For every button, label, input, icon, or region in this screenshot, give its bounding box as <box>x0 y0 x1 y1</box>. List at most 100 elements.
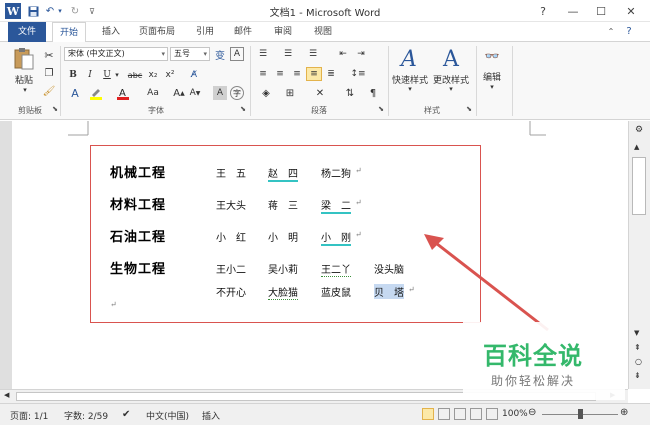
sort-icon[interactable]: ⇅ <box>342 86 358 100</box>
borders-icon[interactable]: ⊞ <box>280 86 300 100</box>
scroll-up-icon[interactable]: ▲ <box>634 143 639 151</box>
clear-formatting-icon[interactable]: A̸ <box>186 68 202 82</box>
font-name-dropdown[interactable]: 宋体 (中文正文) ▾ <box>64 47 168 61</box>
student-name: 杨二狗 <box>321 169 351 180</box>
shrink-font-icon[interactable]: A ▼ <box>188 86 202 100</box>
tab-file[interactable]: 文件 <box>8 22 46 42</box>
format-painter-icon[interactable]: 🖌 <box>42 84 56 98</box>
scroll-thumb[interactable] <box>632 157 646 215</box>
close-button[interactable]: ✕ <box>616 0 646 22</box>
strikethrough-icon[interactable]: abc <box>126 68 144 82</box>
text-effects-icon[interactable]: A <box>66 86 84 100</box>
change-styles-dropdown-icon[interactable]: ▾ <box>446 84 456 94</box>
watermark: 百科全说 助你轻松解决 <box>463 322 625 400</box>
character-shading-icon[interactable]: A <box>213 86 227 100</box>
word-count[interactable]: 字数: 2/59 <box>64 409 108 422</box>
zoom-in-icon[interactable]: ⊕ <box>620 407 628 418</box>
justify-icon[interactable]: ≡ <box>306 67 322 81</box>
shading-icon[interactable]: ◈ <box>256 86 276 100</box>
tab-home[interactable]: 开始 <box>52 22 86 43</box>
insert-mode[interactable]: 插入 <box>202 409 220 422</box>
phonetic-guide-icon[interactable]: 变 <box>213 47 227 62</box>
page-count[interactable]: 页面: 1/1 <box>10 409 48 422</box>
paste-icon[interactable] <box>12 46 36 72</box>
student-name-selected[interactable]: 贝 塔 <box>374 284 404 299</box>
scroll-left-icon[interactable]: ◀ <box>4 391 9 399</box>
enclose-characters-icon[interactable]: 字 <box>230 86 244 100</box>
character-border-icon[interactable]: A <box>230 47 244 61</box>
ruler-toggle-icon[interactable]: ⚙ <box>632 125 646 139</box>
outline-view-icon[interactable] <box>470 408 482 420</box>
cut-icon[interactable]: ✂ <box>42 48 56 62</box>
bold-icon[interactable]: B <box>66 68 80 82</box>
underline-dropdown-icon[interactable]: ▾ <box>113 68 121 82</box>
show-marks-icon[interactable]: ¶ <box>366 86 380 100</box>
font-color-icon[interactable]: A <box>116 86 130 100</box>
chinese-layout-icon[interactable]: ✕ <box>310 86 330 100</box>
watermark-title: 百科全说 <box>483 342 583 370</box>
subscript-icon[interactable]: x₂ <box>146 68 160 82</box>
decrease-indent-icon[interactable]: ⇤ <box>336 48 350 60</box>
distributed-icon[interactable]: ≣ <box>324 68 338 80</box>
previous-page-icon[interactable]: ⇞ <box>634 343 641 352</box>
minimize-button[interactable]: — <box>558 0 588 22</box>
help-button[interactable]: ? <box>528 0 558 22</box>
collapse-ribbon-icon[interactable]: ⌃ <box>604 22 618 42</box>
font-launcher-icon[interactable]: ⬊ <box>238 105 248 113</box>
student-name: 小 红 <box>216 233 246 244</box>
tab-review[interactable]: 审阅 <box>268 22 298 42</box>
align-right-icon[interactable]: ≡ <box>290 68 304 80</box>
vertical-scrollbar[interactable]: ⚙ ▲ ▼ ⇞ ○ ⇟ <box>628 121 650 389</box>
binoculars-icon[interactable]: 👓 <box>482 46 502 66</box>
zoom-out-icon[interactable]: ⊖ <box>528 407 536 418</box>
tab-insert[interactable]: 插入 <box>96 22 126 42</box>
dept-heading: 石油工程 <box>110 230 167 245</box>
italic-icon[interactable]: I <box>83 68 97 82</box>
help-icon[interactable]: ? <box>620 22 638 42</box>
change-case-icon[interactable]: Aa <box>146 86 160 100</box>
group-divider <box>512 46 513 116</box>
paste-dropdown-icon[interactable]: ▾ <box>20 85 30 95</box>
copy-icon[interactable]: ❐ <box>42 66 56 80</box>
grow-font-icon[interactable]: A ▲ <box>172 86 186 100</box>
paragraph-mark: ↵ <box>355 198 362 207</box>
browse-object-icon[interactable]: ○ <box>635 357 642 366</box>
paragraph-launcher-icon[interactable]: ⬊ <box>376 105 386 113</box>
styles-launcher-icon[interactable]: ⬊ <box>464 105 474 113</box>
zoom-level[interactable]: 100% <box>502 409 528 419</box>
quick-styles-dropdown-icon[interactable]: ▾ <box>405 84 415 94</box>
multilevel-list-icon[interactable]: ☰ <box>305 48 321 60</box>
quick-styles-icon[interactable]: A <box>396 46 422 72</box>
clipboard-launcher-icon[interactable]: ⬊ <box>50 105 60 113</box>
align-left-icon[interactable]: ≡ <box>256 68 270 80</box>
proofing-icon[interactable]: ✔ <box>122 409 130 420</box>
tab-page-layout[interactable]: 页面布局 <box>132 22 182 42</box>
scroll-down-icon[interactable]: ▼ <box>634 329 639 337</box>
tab-references[interactable]: 引用 <box>190 22 220 42</box>
print-layout-icon[interactable] <box>422 408 434 420</box>
edit-button[interactable]: 编辑 <box>478 70 506 83</box>
zoom-slider-thumb[interactable] <box>578 409 583 419</box>
language-indicator[interactable]: 中文(中国) <box>146 409 189 422</box>
line-spacing-icon[interactable]: ↕≡ <box>348 68 368 80</box>
draft-view-icon[interactable] <box>486 408 498 420</box>
tab-mailings[interactable]: 邮件 <box>228 22 258 42</box>
tab-view[interactable]: 视图 <box>308 22 338 42</box>
web-layout-icon[interactable] <box>454 408 466 420</box>
full-screen-reading-icon[interactable] <box>438 408 450 420</box>
next-page-icon[interactable]: ⇟ <box>634 371 641 380</box>
change-styles-icon[interactable]: A <box>438 46 464 72</box>
superscript-icon[interactable]: x² <box>163 68 177 82</box>
bullets-icon[interactable]: ☰ <box>255 48 271 60</box>
increase-indent-icon[interactable]: ⇥ <box>354 48 368 60</box>
paste-button[interactable]: 粘贴 <box>10 73 38 86</box>
font-size-dropdown[interactable]: 五号 ▾ <box>170 47 210 61</box>
underline-icon[interactable]: U <box>100 68 114 82</box>
restore-button[interactable]: ☐ <box>586 0 616 22</box>
title-bar: W ↶ ▾ ↻ ⊽ 文档1 - Microsoft Word ? — ☐ ✕ <box>0 0 650 22</box>
edit-dropdown-icon[interactable]: ▾ <box>487 82 497 92</box>
student-name: 蓝皮鼠 <box>321 288 351 299</box>
numbering-icon[interactable]: ☰ <box>280 48 296 60</box>
highlight-color-icon[interactable] <box>88 86 104 100</box>
align-center-icon[interactable]: ≡ <box>273 68 287 80</box>
